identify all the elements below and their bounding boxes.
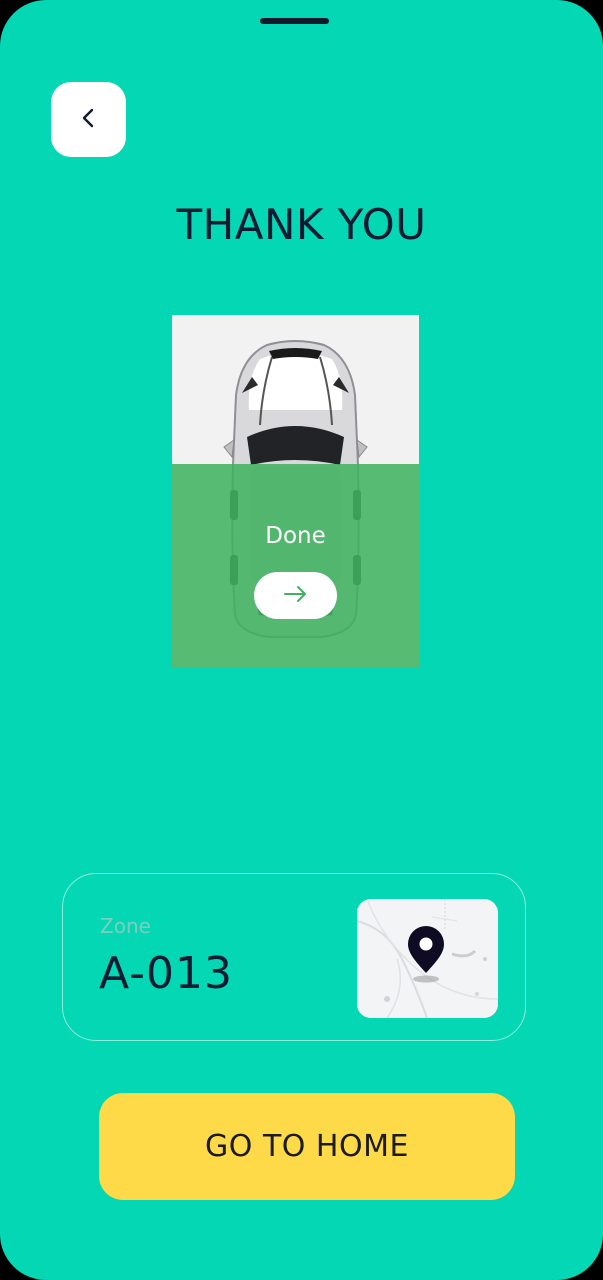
back-button[interactable] (51, 82, 126, 157)
go-to-home-button[interactable]: GO TO HOME (99, 1093, 515, 1200)
done-overlay (172, 464, 419, 667)
map-thumbnail[interactable] (357, 899, 498, 1018)
zone-label: Zone (100, 914, 151, 938)
go-to-home-label: GO TO HOME (205, 1129, 409, 1164)
zone-value: A-013 (99, 948, 233, 999)
zone-card: Zone A-013 (62, 873, 526, 1041)
home-indicator (260, 18, 329, 24)
map-graphic (357, 899, 498, 1018)
car-card: Done (172, 315, 419, 667)
page-title: THANK YOU (176, 200, 427, 249)
done-label: Done (265, 523, 326, 549)
thank-you-screen: THANK YOU Done Zone A-013 GO TO HOME (0, 0, 603, 1280)
done-arrow-button[interactable] (254, 572, 337, 619)
chevron-left-icon (78, 107, 100, 133)
arrow-right-icon (283, 584, 309, 608)
